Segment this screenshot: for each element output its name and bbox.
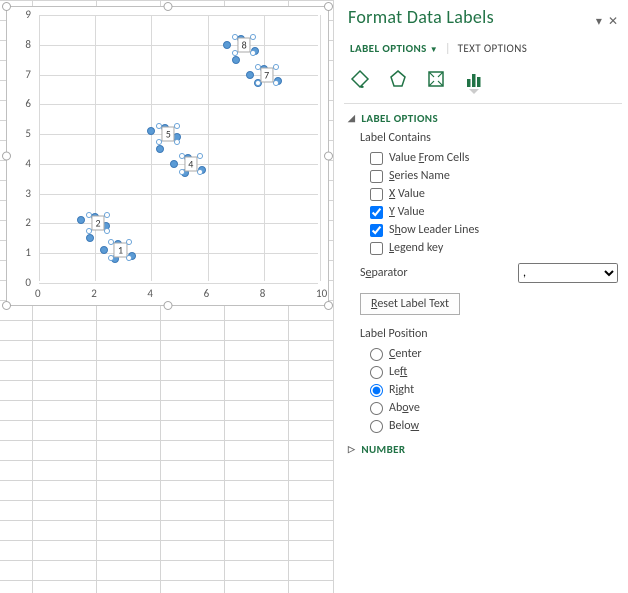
data-point[interactable] (156, 145, 164, 153)
x-tick-label: 8 (260, 287, 266, 300)
radio-right[interactable] (370, 384, 383, 397)
data-label[interactable]: 1 (114, 243, 127, 258)
selection-handle[interactable] (126, 239, 132, 245)
y-tick-label: 7 (25, 68, 31, 81)
section-number[interactable]: ▷NUMBER (348, 443, 618, 456)
selection-handle[interactable] (255, 80, 261, 86)
selection-handle[interactable] (174, 139, 180, 145)
data-point[interactable] (170, 160, 178, 168)
selection-handle[interactable] (104, 228, 110, 234)
label-position-heading: Label Position (360, 327, 618, 341)
checkbox-value-from-cells[interactable] (370, 152, 383, 165)
data-point[interactable] (147, 127, 155, 135)
radio-below[interactable] (370, 420, 383, 433)
selection-handle[interactable] (86, 212, 92, 218)
selection-handle[interactable] (197, 153, 203, 159)
selection-handle[interactable] (255, 64, 261, 70)
x-tick-label: 0 (35, 287, 41, 300)
checkbox-legend-key[interactable] (370, 242, 383, 255)
separator-label: Separator (360, 266, 408, 280)
selection-handle[interactable] (273, 64, 279, 70)
x-tick-label: 4 (147, 287, 153, 300)
resize-handle[interactable] (163, 2, 172, 11)
selection-handle[interactable] (197, 169, 203, 175)
chart-object[interactable]: 01234567890246810215487 (6, 6, 329, 306)
selection-handle[interactable] (273, 80, 279, 86)
selection-handle[interactable] (179, 153, 185, 159)
format-data-labels-pane: Format Data Labels ▾ ✕ LABEL OPTIONS▼ | … (333, 0, 628, 593)
resize-handle[interactable] (324, 152, 333, 161)
data-label[interactable]: 4 (184, 156, 197, 171)
y-tick-label: 0 (25, 276, 31, 289)
selection-handle[interactable] (156, 123, 162, 129)
y-tick-label: 2 (25, 216, 31, 229)
close-icon[interactable]: ✕ (608, 14, 618, 29)
data-label[interactable]: 8 (238, 37, 251, 52)
pane-title: Format Data Labels (348, 6, 494, 28)
selection-handle[interactable] (156, 139, 162, 145)
data-point[interactable] (77, 216, 85, 224)
selection-handle[interactable] (86, 228, 92, 234)
data-label[interactable]: 5 (162, 127, 175, 142)
effects-icon[interactable] (386, 67, 410, 91)
data-point[interactable] (223, 41, 231, 49)
separator-select[interactable]: , (518, 263, 618, 283)
data-label[interactable]: 2 (91, 216, 104, 231)
x-tick-label: 6 (204, 287, 210, 300)
resize-handle[interactable] (324, 2, 333, 11)
y-tick-label: 8 (25, 38, 31, 51)
checkbox-show-leader-lines[interactable] (370, 224, 383, 237)
resize-handle[interactable] (324, 301, 333, 310)
data-label[interactable]: 7 (260, 67, 273, 82)
plot-area[interactable]: 01234567890246810215487 (39, 15, 318, 281)
x-tick-label: 10 (316, 287, 327, 300)
y-tick-label: 5 (25, 127, 31, 140)
y-tick-label: 3 (25, 187, 31, 200)
y-tick-label: 9 (25, 8, 31, 21)
selection-handle[interactable] (104, 212, 110, 218)
radio-left[interactable] (370, 366, 383, 379)
resize-handle[interactable] (2, 2, 11, 11)
y-tick-label: 4 (25, 157, 31, 170)
tab-label-options[interactable]: LABEL OPTIONS▼ (348, 40, 440, 57)
selection-handle[interactable] (250, 50, 256, 56)
label-options-icon[interactable] (462, 67, 486, 91)
selection-handle[interactable] (108, 239, 114, 245)
resize-handle[interactable] (163, 301, 172, 310)
radio-center[interactable] (370, 348, 383, 361)
selection-handle[interactable] (108, 255, 114, 261)
checkbox-x-value[interactable] (370, 188, 383, 201)
y-tick-label: 1 (25, 246, 31, 259)
reset-label-text-button[interactable]: Reset Label Text (360, 293, 460, 315)
checkbox-y-value[interactable] (370, 206, 383, 219)
selection-handle[interactable] (232, 50, 238, 56)
resize-handle[interactable] (2, 301, 11, 310)
selection-handle[interactable] (126, 255, 132, 261)
radio-above[interactable] (370, 402, 383, 415)
tab-text-options[interactable]: TEXT OPTIONS (456, 40, 530, 57)
selection-handle[interactable] (179, 169, 185, 175)
resize-handle[interactable] (2, 152, 11, 161)
selection-handle[interactable] (174, 123, 180, 129)
checkbox-series-name[interactable] (370, 170, 383, 183)
pane-options-icon[interactable]: ▾ (596, 14, 602, 29)
x-tick-label: 2 (91, 287, 97, 300)
fill-line-icon[interactable] (348, 67, 372, 91)
selection-handle[interactable] (250, 34, 256, 40)
data-point[interactable] (86, 234, 94, 242)
selection-handle[interactable] (232, 34, 238, 40)
section-label-options[interactable]: ◢LABEL OPTIONS (348, 112, 618, 125)
label-contains-heading: Label Contains (360, 131, 618, 145)
y-tick-label: 6 (25, 97, 31, 110)
data-point[interactable] (246, 71, 254, 79)
data-point[interactable] (100, 246, 108, 254)
size-properties-icon[interactable] (424, 67, 448, 91)
data-point[interactable] (232, 56, 240, 64)
